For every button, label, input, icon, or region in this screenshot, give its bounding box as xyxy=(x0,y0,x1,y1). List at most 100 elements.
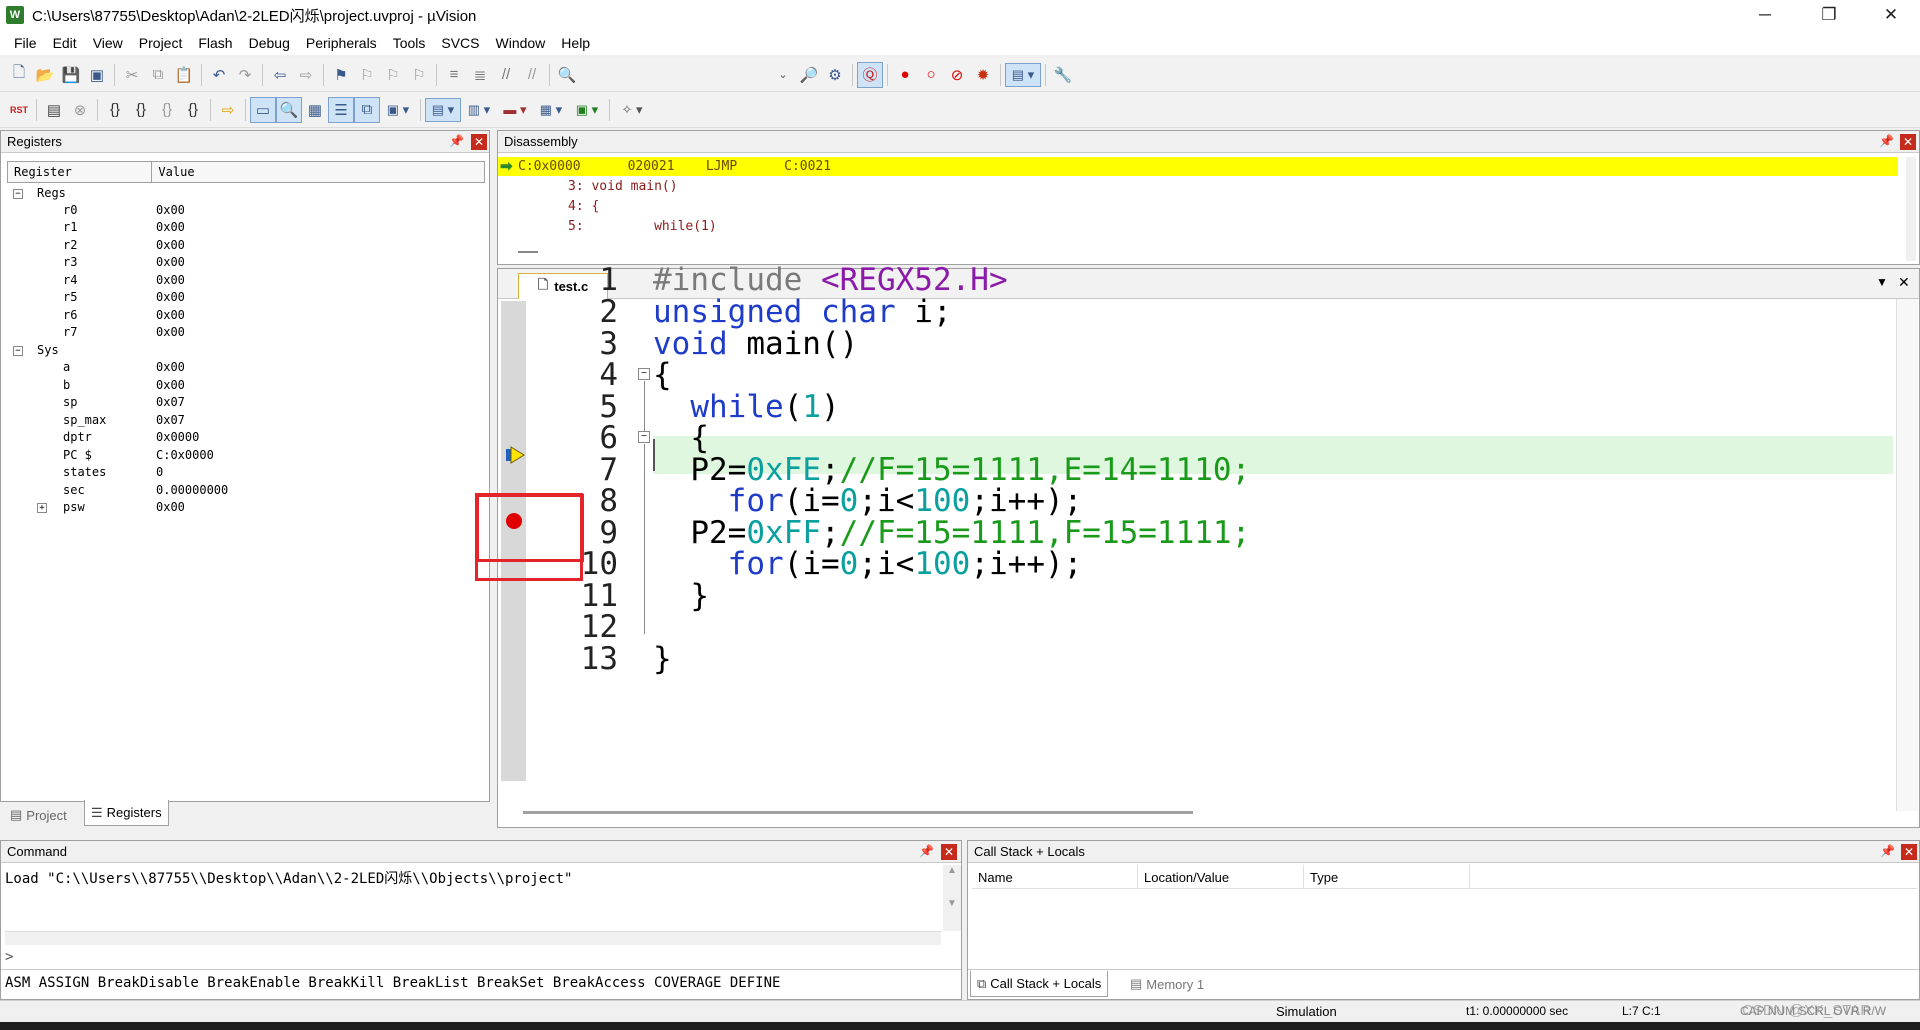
close-button[interactable]: ✕ xyxy=(1862,0,1920,30)
register-name[interactable]: dptr xyxy=(63,429,92,446)
new-file-icon[interactable]: 🗋 xyxy=(6,62,32,88)
stop-icon[interactable]: ⊗ xyxy=(67,97,93,123)
pin-icon[interactable]: 📌 xyxy=(919,844,934,858)
unindent-icon[interactable]: ≣ xyxy=(467,62,493,88)
register-column-header[interactable]: Register xyxy=(8,162,153,182)
menu-edit[interactable]: Edit xyxy=(45,35,85,51)
menu-file[interactable]: File xyxy=(6,35,45,51)
memory-windows-icon[interactable]: ▤ ▾ xyxy=(425,97,461,122)
close-pane-icon[interactable]: ✕ xyxy=(1900,134,1916,150)
col-type-header[interactable]: Type xyxy=(1304,865,1470,888)
register-name[interactable]: b xyxy=(63,377,70,394)
fold-toggle-icon[interactable]: − xyxy=(638,431,650,443)
analysis-windows-icon[interactable]: ▬ ▾ xyxy=(497,98,533,122)
command-window-icon[interactable]: ▭ xyxy=(250,96,276,123)
register-name[interactable]: a xyxy=(63,359,70,376)
run-to-cursor-icon[interactable]: {} xyxy=(180,97,206,123)
register-name[interactable]: sp_max xyxy=(63,412,106,429)
register-name[interactable]: PC $ xyxy=(63,447,92,464)
pin-icon[interactable]: 📌 xyxy=(1880,844,1895,858)
vertical-scrollbar[interactable] xyxy=(1906,157,1916,261)
col-name-header[interactable]: Name xyxy=(972,865,1138,888)
paste-icon[interactable]: 📋 xyxy=(171,62,197,88)
register-name[interactable]: r5 xyxy=(63,289,77,306)
command-output[interactable]: Load "C:\\Users\\87755\\Desktop\\Adan\\2… xyxy=(5,868,572,888)
register-value[interactable]: 0x00 xyxy=(156,254,185,271)
toolbox-icon[interactable]: ✧ ▾ xyxy=(614,98,650,122)
register-value[interactable]: 0.00000000 xyxy=(156,482,228,499)
register-name[interactable]: psw xyxy=(63,499,85,516)
step-over-icon[interactable]: {} xyxy=(128,97,154,123)
collapse-sys-icon[interactable]: − xyxy=(13,346,23,356)
menu-debug[interactable]: Debug xyxy=(241,35,298,51)
registers-window-icon[interactable]: ☰ xyxy=(328,96,354,123)
close-pane-icon[interactable]: ✕ xyxy=(1901,844,1917,860)
run-icon[interactable]: ▤ xyxy=(41,97,67,123)
register-value[interactable]: 0x00 xyxy=(156,307,185,324)
register-name[interactable]: r0 xyxy=(63,202,77,219)
comment-icon[interactable]: // xyxy=(493,62,519,88)
command-output-scrollbar[interactable]: ▲ ▼ xyxy=(943,865,961,931)
source-line[interactable]: 4: { xyxy=(568,197,599,216)
reg-group-sys[interactable]: Sys xyxy=(37,342,59,359)
trace-windows-icon[interactable]: ▦ ▾ xyxy=(533,98,569,122)
tab-project[interactable]: ▤ Project xyxy=(4,802,73,828)
register-value[interactable]: 0x07 xyxy=(156,412,185,429)
menu-window[interactable]: Window xyxy=(488,35,554,51)
reset-cpu-icon[interactable]: RST xyxy=(6,97,32,123)
vertical-scrollbar[interactable] xyxy=(1896,299,1918,811)
command-input[interactable] xyxy=(19,947,939,967)
serial-windows-icon[interactable]: ▥ ▾ xyxy=(461,98,497,122)
tab-registers[interactable]: ☰ Registers xyxy=(84,800,169,826)
code-line-11[interactable]: } xyxy=(653,577,709,616)
maximize-button[interactable]: ❐ xyxy=(1800,0,1858,30)
incremental-find-icon[interactable]: 🔎 xyxy=(796,62,822,88)
register-name[interactable]: sp xyxy=(63,394,77,411)
indent-icon[interactable]: ≡ xyxy=(441,62,467,88)
redo-icon[interactable]: ↷ xyxy=(232,62,258,88)
register-value[interactable]: 0x00 xyxy=(156,359,185,376)
find-in-files-icon[interactable]: 🔍 xyxy=(554,62,580,88)
breakpoint-enable-icon[interactable]: ○ xyxy=(918,62,944,88)
value-column-header[interactable]: Value xyxy=(152,162,484,182)
tab-call-stack-locals[interactable]: ⧉ Call Stack + Locals xyxy=(970,971,1109,997)
command-output-hscrollbar[interactable] xyxy=(5,931,941,945)
show-next-statement-icon[interactable]: ⇨ xyxy=(215,97,241,123)
source-line[interactable]: 5: while(1) xyxy=(568,217,717,236)
save-all-icon[interactable]: ▣ xyxy=(84,62,110,88)
watch-windows-icon[interactable]: ▣ ▾ xyxy=(380,98,416,122)
register-name[interactable]: sec xyxy=(63,482,85,499)
register-value[interactable]: 0x00 xyxy=(156,324,185,341)
close-tab-icon[interactable]: ✕ xyxy=(1898,274,1910,291)
save-icon[interactable]: 💾 xyxy=(58,62,84,88)
register-value[interactable]: 0x00 xyxy=(156,377,185,394)
tab-memory-1[interactable]: ▤ Memory 1 xyxy=(1124,971,1210,997)
register-value[interactable]: 0x00 xyxy=(156,499,185,516)
menu-peripherals[interactable]: Peripherals xyxy=(298,35,385,51)
open-folder-icon[interactable]: 📂 xyxy=(32,62,58,88)
horizontal-scroll-thumb[interactable] xyxy=(518,251,538,253)
system-viewer-icon[interactable]: ▣ ▾ xyxy=(569,98,605,122)
register-value[interactable]: 0x00 xyxy=(156,289,185,306)
breakpoint-kill-all-icon[interactable]: ✹ xyxy=(970,62,996,88)
current-instruction[interactable]: C:0x0000 020021 LJMP C:0021 xyxy=(518,157,831,176)
register-name[interactable]: r4 xyxy=(63,272,77,289)
symbols-window-icon[interactable]: ▦ xyxy=(302,97,328,123)
tab-list-dropdown-icon[interactable]: ▼ xyxy=(1876,275,1888,289)
close-pane-icon[interactable]: ✕ xyxy=(941,844,957,860)
undo-icon[interactable]: ↶ xyxy=(206,62,232,88)
reg-group-regs[interactable]: Regs xyxy=(37,185,66,202)
step-out-icon[interactable]: {} xyxy=(154,97,180,123)
register-value[interactable]: 0x00 xyxy=(156,237,185,254)
pin-icon[interactable]: 📌 xyxy=(449,134,464,148)
code-line-10[interactable]: for(i=0;i<100;i++); xyxy=(653,545,1083,584)
register-value[interactable]: 0x00 xyxy=(156,272,185,289)
register-value[interactable]: 0x0000 xyxy=(156,429,199,446)
bookmark-prev-icon[interactable]: ⚐ xyxy=(354,62,380,88)
find-combo-dropdown[interactable]: ⌄ xyxy=(770,62,796,88)
close-pane-icon[interactable]: ✕ xyxy=(471,134,487,150)
disassembly-window-icon[interactable]: 🔍 xyxy=(276,96,302,123)
cut-icon[interactable]: ✂ xyxy=(119,62,145,88)
pin-icon[interactable]: 📌 xyxy=(1879,134,1894,148)
register-name[interactable]: r1 xyxy=(63,219,77,236)
